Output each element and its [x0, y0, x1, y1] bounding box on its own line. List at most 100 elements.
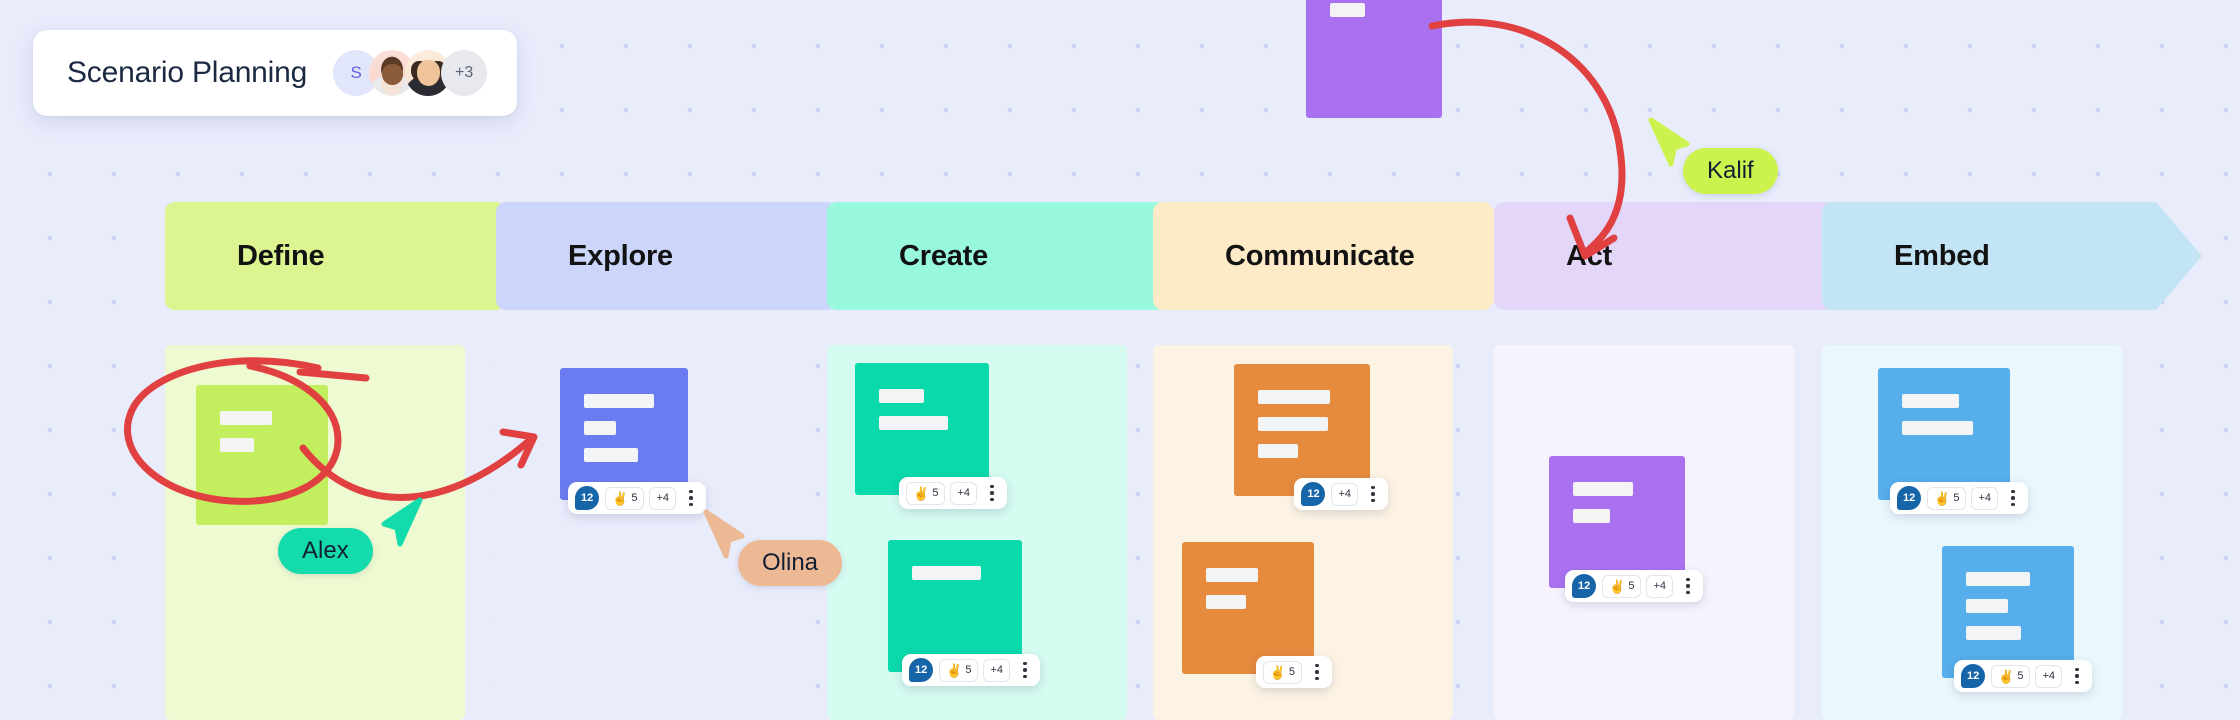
card-more-options-icon[interactable] — [1309, 661, 1325, 683]
reaction-count: 5 — [1288, 666, 1295, 678]
card-text-placeholder — [584, 394, 655, 408]
comment-count-icon[interactable]: 12 — [1897, 486, 1922, 510]
sticky-card[interactable]: 12 ✌️ 5 +4 — [1942, 546, 2092, 692]
victory-hand-icon: ✌️ — [913, 485, 930, 501]
more-reactions-chip[interactable]: +4 — [983, 658, 1010, 682]
stage-header-embed[interactable]: Embed — [1822, 202, 2202, 310]
stage-header-label: Communicate — [1225, 239, 1415, 272]
card-action-bar[interactable]: ✌️ 5 +4 — [899, 477, 1007, 509]
sticky-card[interactable]: 12 ✌️ 5 +4 — [560, 368, 706, 514]
comment-count-icon[interactable]: 12 — [909, 658, 934, 682]
reaction-chip[interactable]: ✌️ 5 — [906, 481, 946, 505]
more-reactions-chip[interactable]: +4 — [2035, 664, 2062, 688]
comment-count-icon[interactable]: 12 — [1572, 574, 1597, 598]
card-more-options-icon[interactable] — [2005, 487, 2021, 509]
sticky-card[interactable]: 12 +4 — [1234, 364, 1388, 510]
card-text-placeholder — [1966, 572, 2030, 586]
cursor-pointer-icon — [381, 497, 423, 547]
sticky-card[interactable] — [196, 385, 328, 525]
reaction-count: 5 — [631, 492, 638, 504]
sticky-card[interactable]: ✌️ 5 — [1182, 542, 1332, 688]
sticky-card[interactable]: 12 ✌️ 5 +4 — [1878, 368, 2028, 514]
card-text-placeholder — [1330, 3, 1366, 17]
card-more-options-icon[interactable] — [1365, 483, 1381, 505]
victory-hand-icon: ✌️ — [1609, 578, 1626, 594]
comment-count-icon[interactable]: 12 — [575, 486, 600, 510]
sticky-card[interactable]: 12 ✌️ 5 +4 — [1549, 456, 1703, 602]
card-text-placeholder — [1902, 421, 1973, 435]
stage-header-communicate[interactable]: Communicate — [1153, 202, 1533, 310]
card-text-placeholder — [1902, 394, 1960, 408]
stage-header-label: Embed — [1894, 239, 1990, 272]
card-more-options-icon[interactable] — [1680, 575, 1696, 597]
stage-header-label: Act — [1566, 239, 1613, 272]
whiteboard-canvas[interactable]: Define Explore Create Communicate Act Embed 1… — [0, 0, 2240, 720]
card-action-bar[interactable]: 12 ✌️ 5 +4 — [1565, 570, 1703, 602]
card-more-options-icon[interactable] — [2069, 665, 2085, 687]
reaction-chip[interactable]: ✌️ 5 — [1927, 486, 1967, 510]
avatar-label: S — [350, 63, 362, 82]
comment-count-icon[interactable]: 12 — [1301, 482, 1326, 506]
victory-hand-icon: ✌️ — [612, 490, 629, 506]
stage-header-label: Create — [899, 239, 989, 272]
card-text-placeholder — [584, 448, 639, 462]
sticky-card[interactable]: 12 ✌️ 5 +4 — [888, 540, 1040, 686]
stage-header-label: Define — [237, 239, 325, 272]
reaction-chip[interactable]: ✌️ 5 — [939, 658, 979, 682]
card-text-placeholder — [879, 389, 924, 403]
more-reactions-chip[interactable]: +4 — [1971, 486, 1998, 510]
sticky-card[interactable]: ✌️ 5 +4 — [855, 363, 1007, 509]
card-action-bar[interactable]: ✌️ 5 — [1255, 656, 1332, 688]
card-text-placeholder — [1206, 568, 1259, 582]
card-text-placeholder — [584, 421, 616, 435]
victory-hand-icon: ✌️ — [1934, 490, 1951, 506]
card-text-placeholder — [1966, 599, 2008, 613]
card-text-placeholder — [1966, 626, 2022, 640]
card-action-bar[interactable]: 12 ✌️ 5 +4 — [1954, 660, 2092, 692]
card-more-options-icon[interactable] — [683, 487, 699, 509]
reaction-chip[interactable]: ✌️ 5 — [1602, 574, 1642, 598]
more-reactions-chip[interactable]: +4 — [1331, 482, 1358, 506]
stage-header-define[interactable]: Define — [165, 202, 545, 310]
card-more-options-icon[interactable] — [984, 482, 1000, 504]
card-more-options-icon[interactable] — [1017, 659, 1033, 681]
cursor-name-label: Olina — [738, 540, 843, 586]
card-action-bar[interactable]: 12 ✌️ 5 +4 — [902, 654, 1040, 686]
card-text-placeholder — [1258, 390, 1331, 404]
cursor-name-label: Alex — [278, 528, 373, 574]
reaction-chip[interactable]: ✌️ 5 — [1991, 664, 2031, 688]
sticky-card[interactable] — [1306, 0, 1442, 118]
avatar-group[interactable]: S +3 — [333, 50, 488, 96]
reaction-chip[interactable]: ✌️ 5 — [1262, 660, 1302, 684]
more-reactions-chip[interactable]: +4 — [1646, 574, 1673, 598]
reaction-count: 5 — [965, 664, 972, 676]
card-text-placeholder — [1573, 509, 1610, 523]
card-action-bar[interactable]: 12 ✌️ 5 +4 — [1890, 482, 2028, 514]
comment-count-icon[interactable]: 12 — [1961, 664, 1986, 688]
reaction-count: 5 — [1628, 580, 1635, 592]
card-text-placeholder — [1573, 482, 1633, 496]
stage-header-act[interactable]: Act — [1494, 202, 1874, 310]
card-text-placeholder — [912, 566, 981, 580]
victory-hand-icon: ✌️ — [1998, 668, 2015, 684]
card-text-placeholder — [879, 416, 948, 430]
avatar-label: +3 — [454, 64, 474, 81]
board-header[interactable]: Scenario Planning S +3 — [33, 30, 518, 116]
more-reactions-chip[interactable]: +4 — [649, 486, 676, 510]
stage-header-label: Explore — [568, 239, 673, 272]
card-action-bar[interactable]: 12 ✌️ 5 +4 — [568, 482, 706, 514]
reaction-count: 5 — [932, 487, 939, 499]
card-text-placeholder — [220, 411, 273, 425]
stage-header-create[interactable]: Create — [827, 202, 1207, 310]
card-action-bar[interactable]: 12 +4 — [1294, 478, 1388, 510]
reaction-chip[interactable]: ✌️ 5 — [605, 486, 645, 510]
victory-hand-icon: ✌️ — [1269, 664, 1286, 680]
cursor-name-label: Kalif — [1683, 148, 1778, 194]
stage-header-explore[interactable]: Explore — [496, 202, 876, 310]
card-text-placeholder — [1258, 417, 1329, 431]
avatar[interactable]: +3 — [441, 50, 488, 96]
more-reactions-chip[interactable]: +4 — [950, 481, 977, 505]
card-text-placeholder — [1258, 444, 1299, 458]
page-title: Scenario Planning — [67, 56, 308, 89]
reaction-count: 5 — [1953, 492, 1960, 504]
